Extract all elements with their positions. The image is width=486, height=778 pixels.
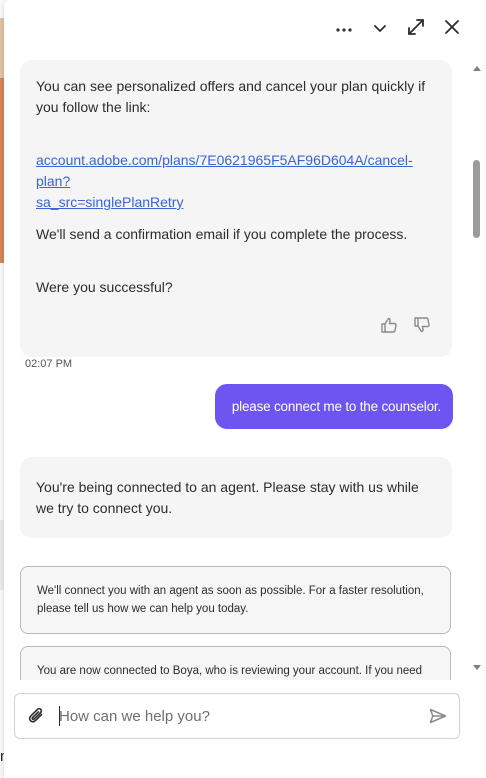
thumbs-down-icon (413, 317, 431, 337)
thumbs-up-icon (380, 317, 398, 337)
attach-button[interactable] (27, 706, 47, 726)
message-text: You can see personalized offers and canc… (36, 78, 426, 115)
message-input[interactable] (59, 704, 409, 728)
message-text: We'll send a confirmation email if you c… (36, 226, 408, 242)
scroll-thumb[interactable] (473, 160, 480, 238)
bot-message: You're being connected to an agent. Plea… (20, 457, 452, 538)
bot-message: You can see personalized offers and canc… (20, 60, 452, 357)
chat-panel: You can see personalized offers and canc… (4, 0, 486, 778)
message-text: You're being connected to an agent. Plea… (36, 479, 419, 516)
paperclip-icon (27, 707, 47, 730)
notice-text: We'll connect you with an agent as soon … (37, 585, 424, 615)
message-timestamp: 02:07 PM (25, 358, 73, 370)
scroll-up-arrow-icon[interactable] (473, 66, 481, 71)
cancel-plan-link-line-1[interactable]: account.adobe.com/plans/7E0621965F5AF96D… (36, 152, 413, 189)
cancel-plan-link[interactable]: account.adobe.com/plans/7E0621965F5AF96D… (36, 150, 436, 213)
message-text: Were you successful? (36, 279, 173, 295)
send-icon (429, 708, 447, 728)
send-button[interactable] (429, 708, 447, 724)
chat-scrollbar[interactable] (472, 62, 482, 674)
system-notice-card: We'll connect you with an agent as soon … (20, 566, 451, 634)
thumbs-down-button[interactable] (413, 316, 431, 334)
chat-transcript[interactable]: You can see personalized offers and canc… (4, 0, 474, 680)
scroll-down-arrow-icon[interactable] (473, 665, 481, 670)
user-message: please connect me to the counselor. (215, 384, 453, 429)
system-notice-card: You are now connected to Boya, who is re… (20, 646, 451, 680)
cancel-plan-link-line-2[interactable]: sa_src=singlePlanRetry (36, 194, 183, 210)
message-composer (14, 693, 460, 739)
notice-text: You are now connected to Boya, who is re… (37, 665, 423, 677)
thumbs-up-button[interactable] (380, 316, 398, 334)
